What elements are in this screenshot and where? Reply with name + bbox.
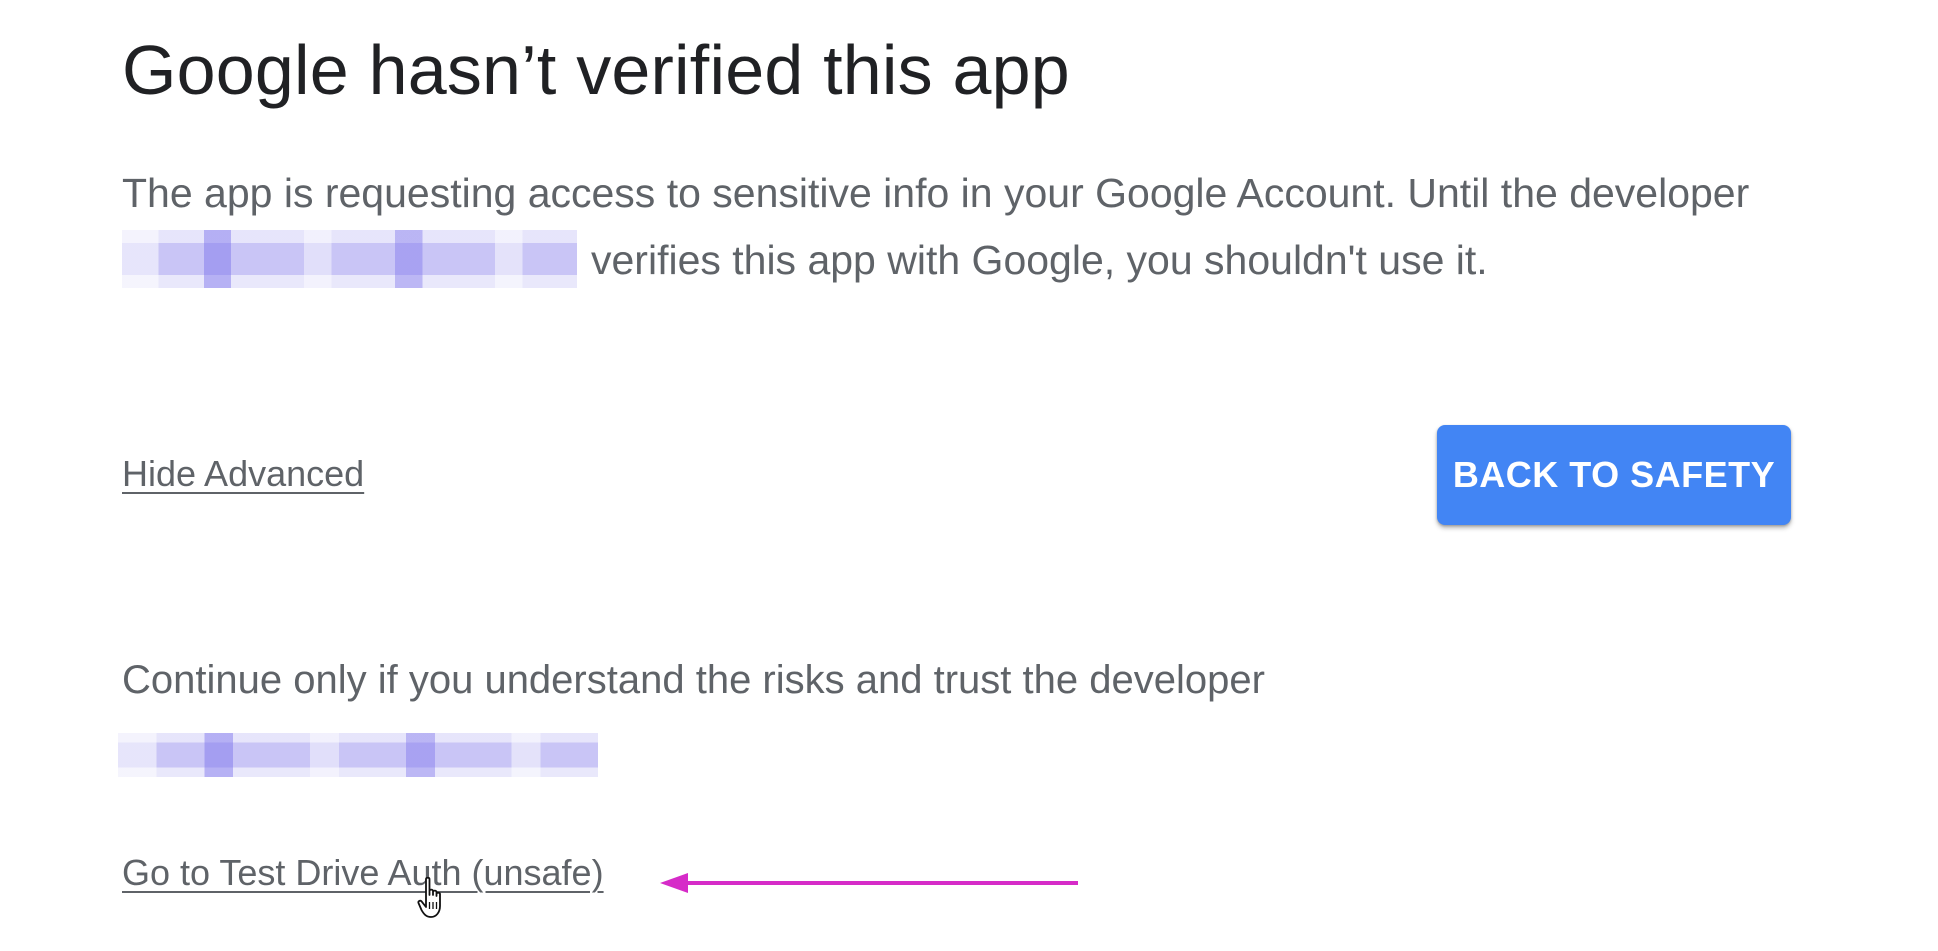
- hide-advanced-link[interactable]: Hide Advanced: [122, 453, 364, 495]
- arrow-left-icon: [660, 873, 1078, 893]
- page-title: Google hasn’t verified this app: [122, 31, 1070, 109]
- redacted-developer-name: [118, 733, 598, 777]
- warning-message: The app is requesting access to sensitiv…: [122, 160, 1822, 294]
- continue-warning-text: Continue only if you understand the risk…: [122, 658, 1265, 702]
- hand-pointer-icon: [417, 876, 441, 918]
- proceed-unsafe-link[interactable]: Go to Test Drive Auth (unsafe): [122, 852, 604, 894]
- warning-text-start: The app is requesting access to sensitiv…: [122, 170, 1750, 216]
- back-to-safety-button[interactable]: BACK TO SAFETY: [1437, 425, 1791, 525]
- redacted-developer-email: [122, 230, 577, 289]
- warning-text-end: verifies this app with Google, you shoul…: [591, 237, 1488, 283]
